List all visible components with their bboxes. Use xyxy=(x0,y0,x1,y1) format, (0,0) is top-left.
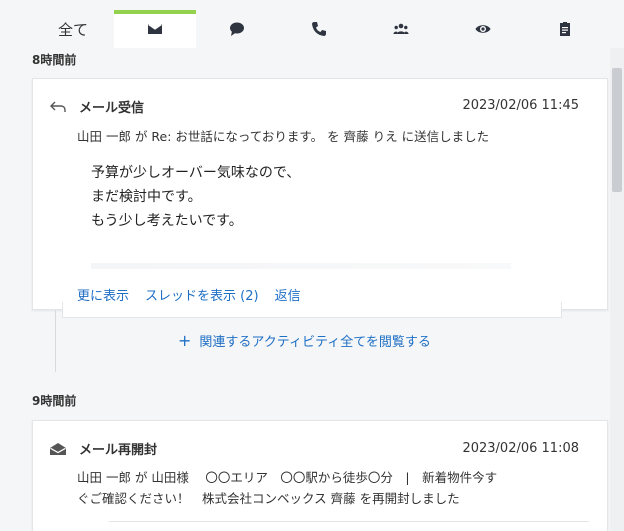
card-timestamp: 2023/02/06 11:45 xyxy=(462,98,579,113)
stacked-card-edge xyxy=(62,302,562,318)
chat-bubble-icon xyxy=(230,22,244,36)
activity-tab-bar: 全て xyxy=(32,10,608,48)
body-fade-overlay xyxy=(91,263,511,269)
clipboard-icon xyxy=(560,22,570,36)
card-description: 山田 一郎 が Re: お世話になっております。 を 齊藤 りえ に送信しました xyxy=(77,129,490,144)
section-time-label: 9時間前 xyxy=(32,394,77,408)
email-body-line: もう少し考えたいです。 xyxy=(91,213,243,229)
tab-all[interactable]: 全て xyxy=(32,10,114,48)
activity-card: メール再開封 2023/02/06 11:08 山田 一郎 が 山田様 〇〇エリ… xyxy=(32,420,608,531)
card-description-line: ぐご確認ください！ 株式会社コンベックス 齊藤 を再開封しました xyxy=(77,491,460,506)
scrollbar-thumb[interactable] xyxy=(612,68,622,192)
card-description-line: 山田 一郎 が 山田様 〇〇エリア 〇〇駅から徒歩〇分 | 新着物件今す xyxy=(77,470,498,485)
email-body-line: 予算が少しオーバー気味なので、 xyxy=(91,165,301,181)
card-divider xyxy=(109,521,589,522)
scrollbar[interactable] xyxy=(610,48,624,531)
thread-connector-line xyxy=(55,310,56,372)
tab-meeting[interactable] xyxy=(360,10,442,48)
tab-email[interactable] xyxy=(114,10,196,48)
eye-icon xyxy=(475,25,491,33)
activity-card: メール受信 2023/02/06 11:45 山田 一郎 が Re: お世話にな… xyxy=(32,78,608,310)
tab-phone[interactable] xyxy=(278,10,360,48)
tab-chat[interactable] xyxy=(196,10,278,48)
email-body-line: まだ検討中です。 xyxy=(91,189,202,205)
tab-view[interactable] xyxy=(442,10,524,48)
related-link-label: 関連するアクティビティ全てを閲覧する xyxy=(199,335,431,350)
card-title: メール再開封 xyxy=(79,443,158,458)
group-icon xyxy=(393,23,409,34)
phone-icon xyxy=(312,22,326,36)
envelope-icon xyxy=(148,23,162,34)
view-related-activities-link[interactable]: + 関連するアクティビティ全てを閲覧する xyxy=(178,331,431,350)
plus-icon: + xyxy=(178,331,192,350)
tab-all-label: 全て xyxy=(57,20,88,39)
card-title: メール受信 xyxy=(79,101,145,116)
reply-icon xyxy=(49,100,67,114)
tab-task[interactable] xyxy=(524,10,606,48)
email-body: 予算が少しオーバー気味なので、 まだ検討中です。 もう少し考えたいです。 xyxy=(91,161,300,233)
card-header: メール再開封 xyxy=(49,439,157,458)
envelope-open-icon xyxy=(49,442,67,456)
card-timestamp: 2023/02/06 11:08 xyxy=(462,441,579,456)
card-header: メール受信 xyxy=(49,97,144,116)
section-time-label: 8時間前 xyxy=(32,53,77,67)
